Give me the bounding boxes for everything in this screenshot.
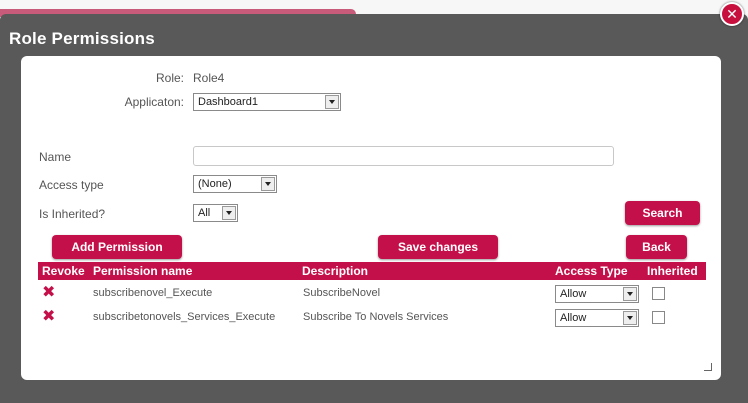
- name-label: Name: [39, 150, 72, 164]
- inherited-label: Is Inherited?: [39, 207, 106, 221]
- name-input[interactable]: [193, 146, 614, 166]
- description-cell: SubscribeNovel: [303, 287, 381, 299]
- column-header-description: Description: [302, 264, 369, 278]
- column-header-inherited: Inherited: [647, 264, 698, 278]
- permission-name-cell: subscribenovel_Execute: [93, 287, 213, 299]
- close-icon[interactable]: ✕: [720, 2, 744, 26]
- description-cell: Subscribe To Novels Services: [303, 311, 449, 323]
- role-permissions-dialog: Role Permissions Role: Role4 Applicaton:…: [0, 14, 748, 403]
- back-button[interactable]: Back: [626, 235, 687, 259]
- add-permission-button[interactable]: Add Permission: [52, 235, 182, 259]
- chevron-down-icon: [261, 177, 275, 191]
- search-button[interactable]: Search: [625, 201, 700, 225]
- inherited-checkbox[interactable]: [652, 311, 665, 324]
- row-access-type-value: Allow: [560, 312, 587, 324]
- inherited-select[interactable]: All: [193, 204, 238, 222]
- permission-name-cell: subscribetonovels_Services_Execute: [93, 311, 276, 323]
- application-select-value: Dashboard1: [198, 96, 258, 108]
- revoke-x-icon[interactable]: ✖: [42, 285, 55, 301]
- access-type-label: Access type: [39, 178, 104, 192]
- revoke-x-icon[interactable]: ✖: [42, 309, 55, 325]
- access-type-select-value: (None): [198, 178, 232, 190]
- table-row: ✖ subscribetonovels_Services_Execute Sub…: [38, 306, 706, 330]
- table-row: ✖ subscribenovel_Execute SubscribeNovel …: [38, 282, 706, 306]
- dialog-content-panel: Role: Role4 Applicaton: Dashboard1 Name …: [21, 56, 721, 380]
- permissions-table-header: Revoke Permission name Description Acces…: [38, 262, 706, 280]
- dialog-title: Role Permissions: [9, 29, 155, 48]
- role-label: Role:: [155, 71, 184, 85]
- access-type-select[interactable]: (None): [193, 175, 277, 193]
- column-header-permission-name: Permission name: [93, 264, 193, 278]
- row-access-type-select[interactable]: Allow: [555, 285, 639, 303]
- inherited-checkbox[interactable]: [652, 287, 665, 300]
- chevron-down-icon: [623, 311, 637, 325]
- chevron-down-icon: [623, 287, 637, 301]
- chevron-down-icon: [325, 95, 339, 109]
- column-header-access-type: Access Type: [555, 264, 628, 278]
- row-access-type-value: Allow: [560, 288, 587, 300]
- inherited-select-value: All: [198, 207, 211, 219]
- application-select[interactable]: Dashboard1: [193, 93, 341, 111]
- resize-grip-icon[interactable]: [704, 363, 712, 371]
- row-access-type-select[interactable]: Allow: [555, 309, 639, 327]
- save-changes-button[interactable]: Save changes: [378, 235, 498, 259]
- chevron-down-icon: [222, 206, 236, 220]
- application-label: Applicaton:: [124, 95, 184, 109]
- role-value: Role4: [193, 71, 225, 85]
- column-header-revoke: Revoke: [42, 264, 85, 278]
